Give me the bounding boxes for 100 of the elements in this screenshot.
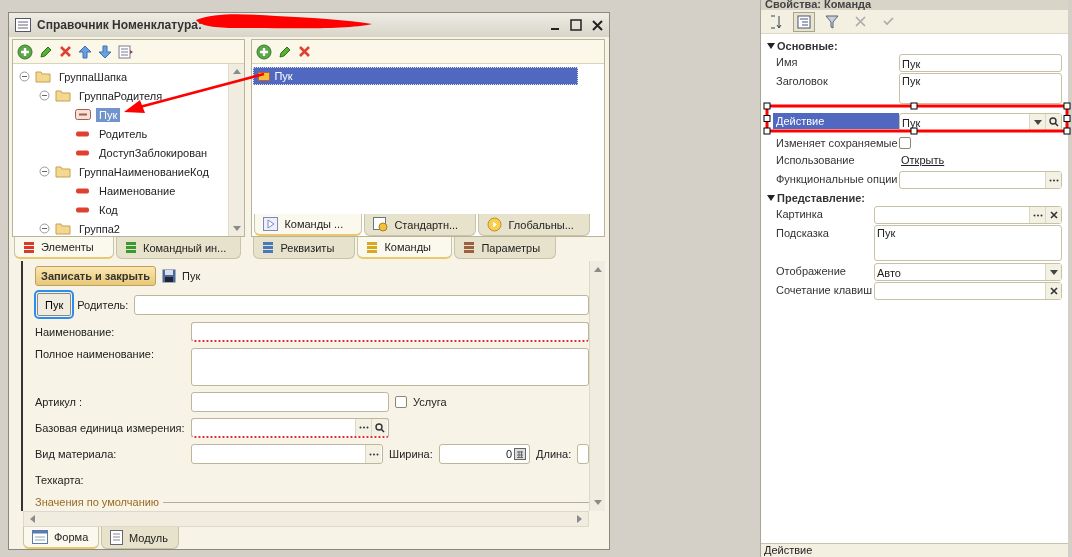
tree-item[interactable]: ГруппаНаименованиеКод (76, 164, 212, 179)
caret-icon (1049, 269, 1058, 275)
checkbox[interactable] (395, 396, 407, 408)
property-label: Отображение (775, 264, 847, 279)
select-field[interactable]: Пук (899, 113, 1062, 131)
scrollbar[interactable] (23, 511, 589, 527)
section-title: Представление: (777, 192, 865, 204)
tab[interactable]: Глобальны... (478, 214, 591, 236)
search-button[interactable] (1045, 114, 1061, 130)
link[interactable]: Открыть (899, 152, 947, 168)
field-label: Длина: (536, 448, 572, 460)
field-value: 0 (505, 448, 512, 460)
form-icon (32, 530, 48, 544)
text-field[interactable]: Пук (899, 54, 1062, 72)
pencil-icon[interactable] (278, 44, 293, 59)
tab[interactable]: Параметры (454, 237, 557, 259)
dropdown-field[interactable]: Авто (874, 263, 1062, 281)
tab[interactable]: Модуль (101, 527, 179, 549)
lookup-field[interactable] (191, 418, 389, 438)
choice-field[interactable] (899, 171, 1062, 189)
tab[interactable]: Стандартн... (364, 214, 477, 236)
scroll-left-icon[interactable] (28, 514, 38, 524)
field-label: Вид материала: (35, 448, 118, 460)
property-label: Действие (773, 113, 899, 129)
play-icon (263, 217, 279, 231)
add-icon[interactable] (256, 43, 273, 60)
calendar-play-icon (373, 217, 389, 232)
delete-icon[interactable] (298, 45, 312, 58)
field-label: Наименование: (35, 326, 116, 338)
tree-view-icon[interactable] (793, 11, 815, 32)
search-icon (1048, 117, 1059, 127)
section-title: Основные: (777, 40, 838, 52)
text-field[interactable] (191, 322, 589, 342)
add-icon[interactable] (17, 43, 33, 60)
button-icon (75, 109, 91, 120)
tab[interactable]: Элементы (14, 237, 114, 259)
document-icon (110, 530, 123, 545)
text-area[interactable]: Пук (899, 73, 1062, 104)
number-field[interactable]: 0 (438, 444, 530, 464)
choice-field[interactable] (874, 206, 1062, 224)
play-circle-icon (487, 217, 503, 232)
list-icon[interactable] (118, 44, 134, 59)
tree-item[interactable]: Код (96, 202, 121, 217)
collapse-icon[interactable] (767, 195, 775, 201)
close-button[interactable] (592, 19, 603, 31)
text-field[interactable] (134, 294, 589, 315)
tree-item[interactable]: ГруппаШапка (56, 69, 131, 84)
text-field[interactable] (191, 392, 389, 412)
scroll-up-icon[interactable] (592, 265, 603, 275)
scroll-down-icon[interactable] (592, 497, 603, 507)
tab[interactable]: Форма (23, 527, 99, 549)
property-label: Изменяет сохраняемые (775, 136, 899, 151)
field-value: Авто (877, 265, 902, 279)
dropdown-button[interactable] (1029, 114, 1045, 130)
field-value: Пук (902, 115, 922, 129)
command-item[interactable]: Пук (253, 67, 578, 85)
panel-title: Свойства: Команда (765, 0, 872, 10)
scrollbar[interactable] (228, 64, 245, 236)
collapse-icon[interactable] (767, 43, 775, 49)
field-value: Пук (877, 226, 897, 239)
tree-item[interactable]: ДоступЗаблокирован (96, 145, 211, 160)
scroll-up-icon[interactable] (231, 67, 242, 77)
scroll-down-icon[interactable] (231, 223, 242, 233)
field-label: Ширина: (389, 448, 433, 460)
close-icon (1049, 211, 1058, 219)
dropdown-button[interactable] (1045, 264, 1061, 280)
tree-item[interactable]: ГруппаРодителя (76, 88, 166, 103)
scroll-right-icon[interactable] (574, 514, 584, 524)
text-area[interactable]: Пук (874, 225, 1062, 261)
tab[interactable]: Реквизиты (253, 237, 356, 259)
delete-icon[interactable] (59, 45, 72, 58)
checkbox[interactable] (899, 137, 911, 149)
tab[interactable]: Командный ин... (116, 237, 241, 259)
move-up-icon[interactable] (78, 44, 92, 59)
tab[interactable]: Команды (357, 237, 453, 259)
field-icon (75, 130, 91, 137)
pencil-icon[interactable] (39, 44, 53, 59)
field-label: Артикул : (35, 396, 84, 408)
ellipsis-button[interactable] (365, 445, 382, 463)
clear-button[interactable] (1045, 283, 1061, 299)
save-close-button[interactable]: Записать и закрыть (35, 266, 157, 286)
move-down-icon[interactable] (98, 44, 112, 59)
calculator-icon[interactable] (514, 448, 526, 460)
ellipsis-button[interactable] (1045, 172, 1061, 188)
text-field[interactable] (874, 282, 1062, 300)
tree-item[interactable]: Наименование (96, 183, 179, 198)
choice-field[interactable] (191, 444, 384, 464)
save-icon[interactable] (162, 269, 177, 283)
field-label: Техкарта: (35, 474, 85, 486)
number-field[interactable] (577, 444, 589, 464)
field-value: Пук (902, 74, 922, 87)
maximize-button[interactable] (570, 19, 582, 31)
property-label: Картинка (775, 207, 824, 222)
tab[interactable]: Команды ... (254, 214, 363, 236)
tree-item[interactable]: Родитель (96, 126, 151, 141)
search-button[interactable] (371, 419, 387, 436)
clear-button[interactable] (1045, 207, 1061, 223)
command-button[interactable]: Пук (37, 293, 72, 316)
scrollbar[interactable] (589, 261, 605, 511)
tree-item[interactable]: Группа2 (76, 221, 123, 236)
